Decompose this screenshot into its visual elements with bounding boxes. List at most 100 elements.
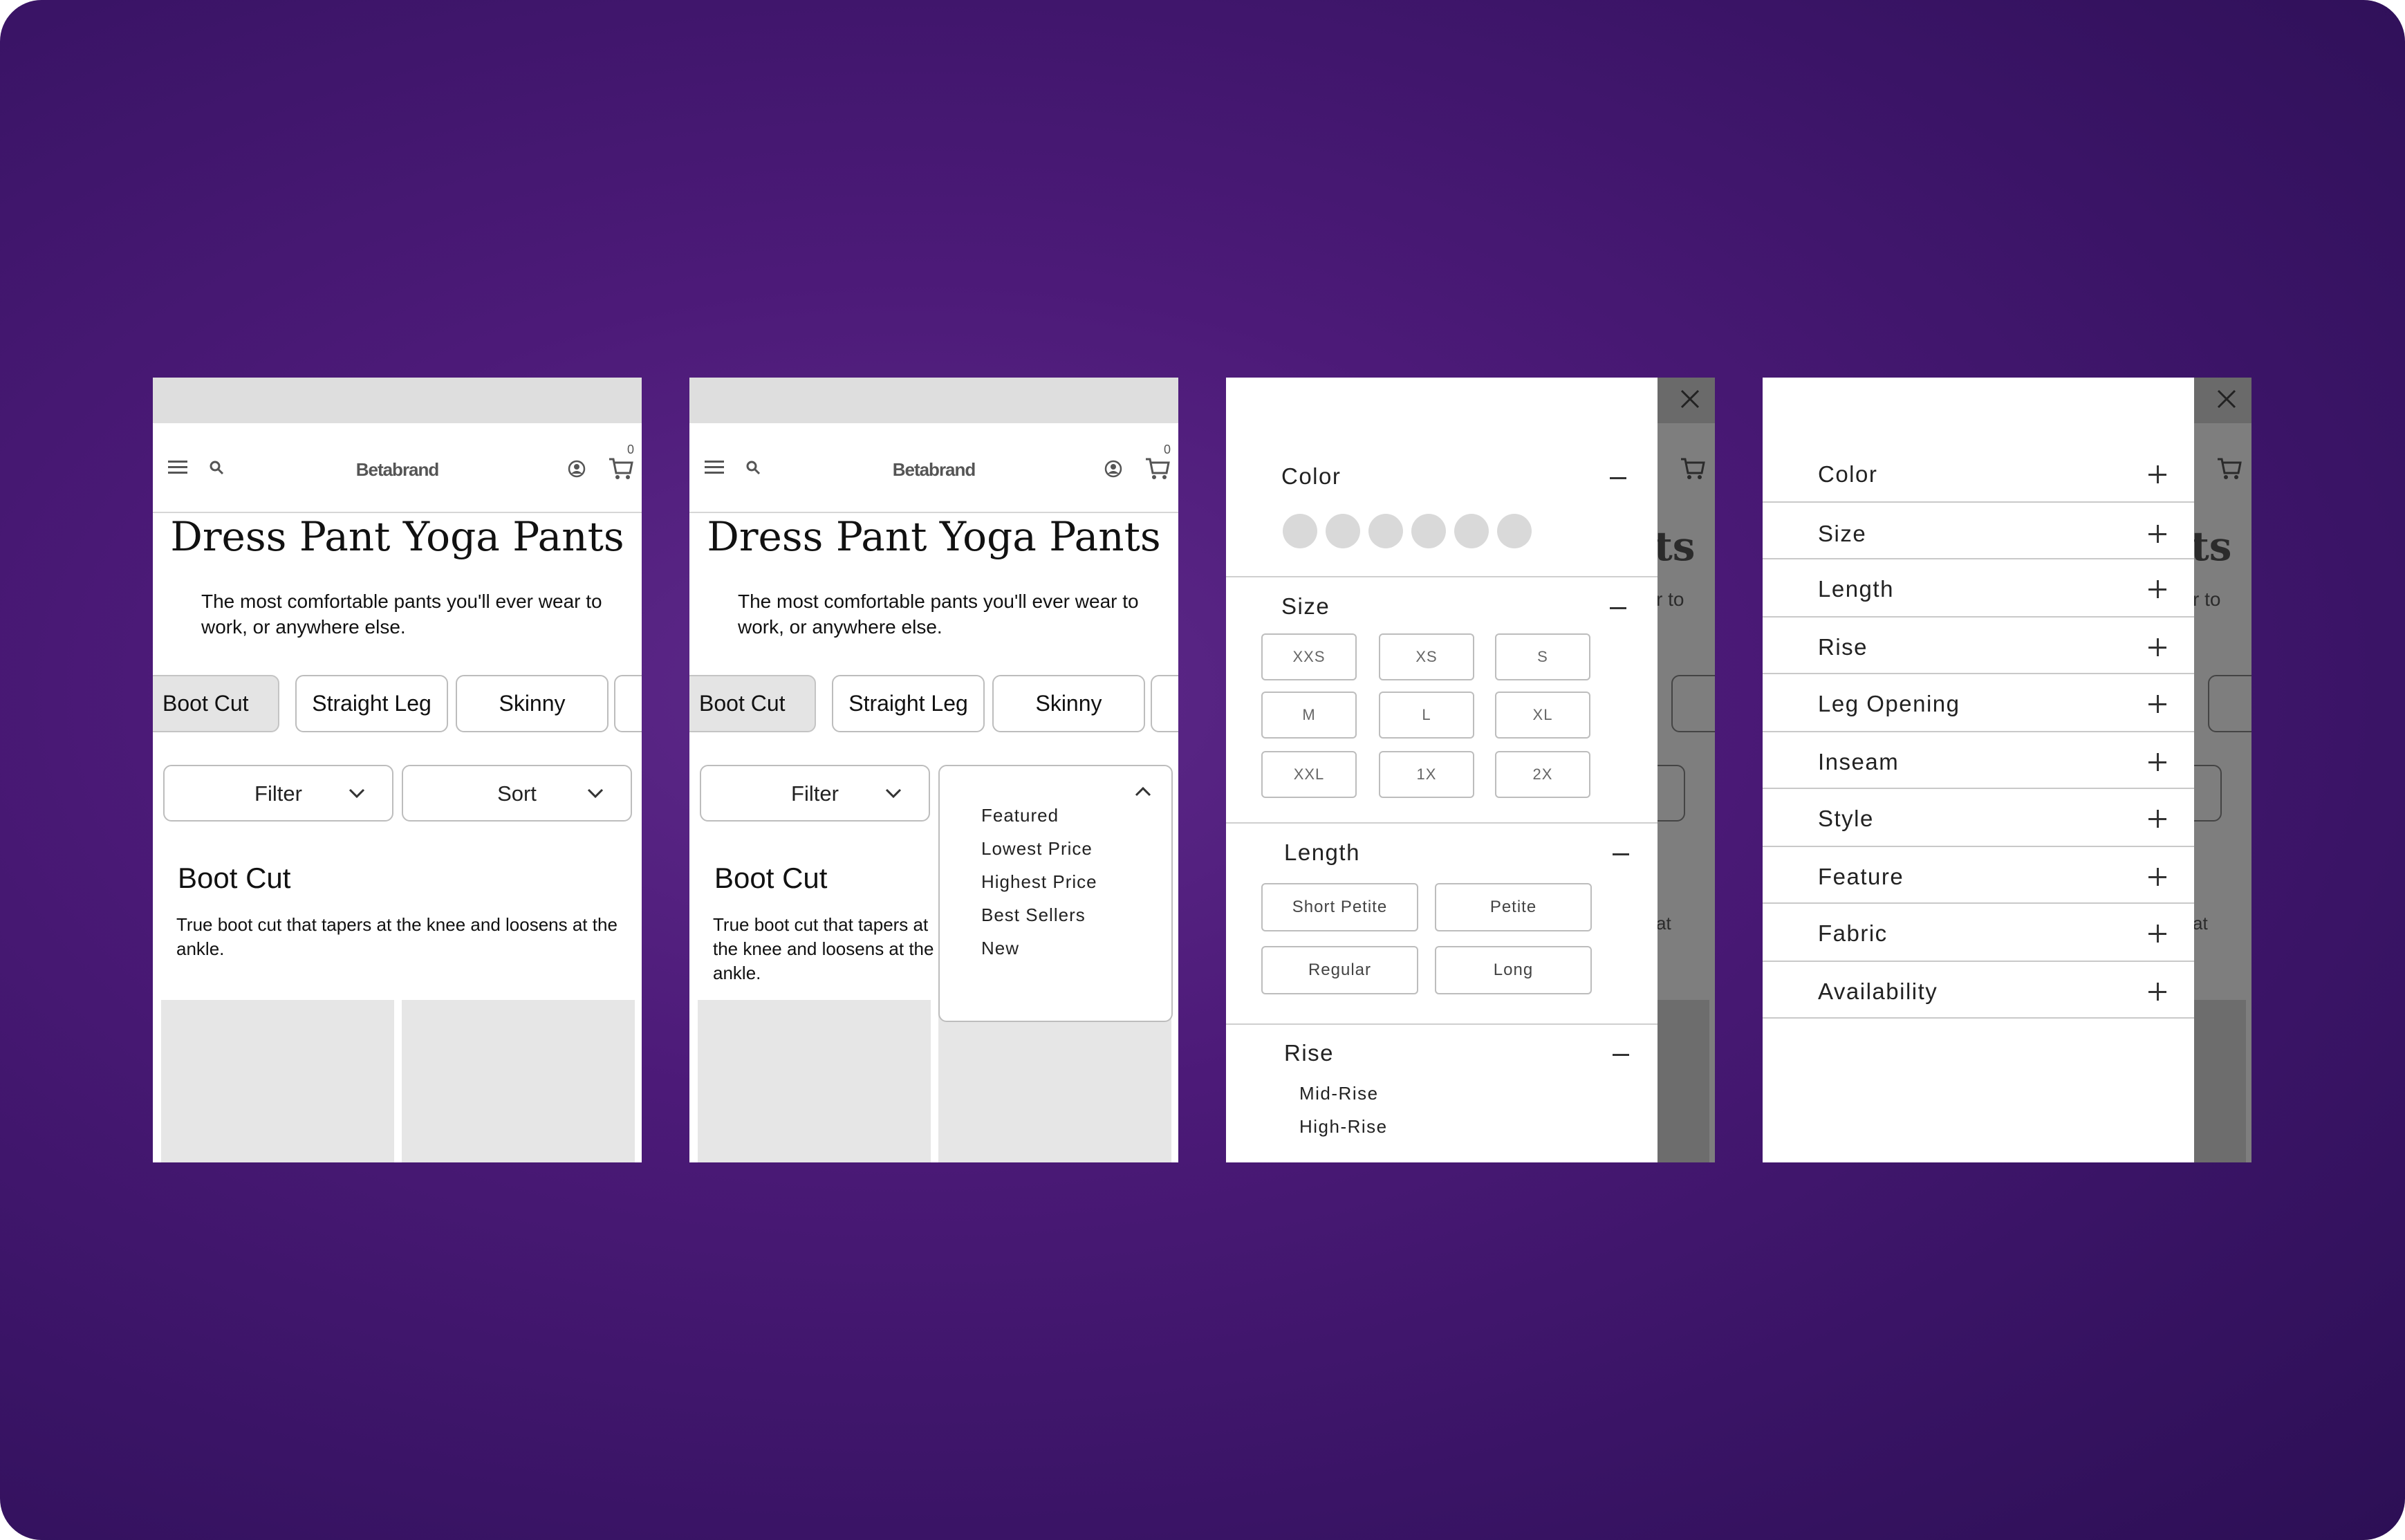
size-option-s[interactable]: S <box>1495 633 1590 680</box>
color-swatch[interactable] <box>1326 514 1360 548</box>
length-option-regular[interactable]: Regular <box>1261 946 1418 994</box>
size-option-xxl[interactable]: XXL <box>1261 751 1357 798</box>
ghost-dropdown <box>2194 765 2222 822</box>
size-option-2x[interactable]: 2X <box>1495 751 1590 798</box>
length-option-petite[interactable]: Petite <box>1435 883 1592 931</box>
ghost-chip <box>1671 675 1715 732</box>
chip-more[interactable] <box>614 675 642 732</box>
chevron-up-icon[interactable] <box>1134 783 1152 801</box>
filter-category-label: Style <box>1818 806 1874 831</box>
presentation-background: Betabrand 0 Dress Pant Yoga Pants The mo… <box>0 0 2405 1540</box>
filter-category-label: Rise <box>1818 634 1868 660</box>
filter-category-label: Leg Opening <box>1818 691 1960 716</box>
chip-straight-leg[interactable]: Straight Leg <box>832 675 985 732</box>
chip-boot-cut[interactable]: Boot Cut <box>689 675 816 732</box>
page-overlay[interactable]: ts r to at <box>1658 378 1715 1162</box>
chip-boot-cut[interactable]: Boot Cut <box>153 675 279 732</box>
cart-icon[interactable] <box>608 454 635 481</box>
length-option-short-petite[interactable]: Short Petite <box>1261 883 1418 931</box>
collapse-icon[interactable] <box>1610 477 1626 479</box>
cart-icon[interactable] <box>1144 454 1172 481</box>
filter-size-heading[interactable]: Size <box>1281 593 1330 620</box>
filter-length-heading[interactable]: Length <box>1284 839 1360 866</box>
filter-category-length[interactable]: Length <box>1763 561 2194 618</box>
color-swatch[interactable] <box>1283 514 1317 548</box>
size-option-1x[interactable]: 1X <box>1379 751 1474 798</box>
page-subtitle: The most comfortable pants you'll ever w… <box>201 591 602 638</box>
account-icon[interactable] <box>1104 459 1123 479</box>
filter-dropdown[interactable]: Filter <box>700 765 930 822</box>
sort-option-best-sellers[interactable]: Best Sellers <box>981 904 1086 926</box>
expand-icon <box>2148 983 2166 1001</box>
filter-category-style[interactable]: Style <box>1763 790 2194 847</box>
filter-category-label: Feature <box>1818 864 1904 889</box>
filter-category-label: Availability <box>1818 978 1938 1004</box>
product-image-placeholder[interactable] <box>402 1000 635 1162</box>
section-title: Boot Cut <box>178 862 291 894</box>
chip-skinny[interactable]: Skinny <box>456 675 609 732</box>
filter-category-inseam[interactable]: Inseam <box>1763 734 2194 789</box>
rise-option-high-rise[interactable]: High-Rise <box>1299 1116 1388 1138</box>
page-overlay[interactable]: ts r to at <box>2194 378 2251 1162</box>
account-icon[interactable] <box>567 459 586 479</box>
size-option-m[interactable]: M <box>1261 692 1357 739</box>
product-image-placeholder[interactable] <box>938 1000 1171 1162</box>
ghost-placeholder <box>2194 1000 2246 1162</box>
cart-count: 0 <box>1164 443 1171 456</box>
collapse-icon[interactable] <box>1610 607 1626 609</box>
cart-icon <box>2218 458 2242 479</box>
color-swatch[interactable] <box>1497 514 1532 548</box>
color-swatch[interactable] <box>1411 514 1446 548</box>
color-swatch[interactable] <box>1368 514 1403 548</box>
divider <box>1226 1023 1658 1025</box>
filter-category-rise[interactable]: Rise <box>1763 619 2194 674</box>
size-option-xl[interactable]: XL <box>1495 692 1590 739</box>
sort-dropdown[interactable]: Sort <box>402 765 632 822</box>
sort-option-new[interactable]: New <box>981 938 1019 959</box>
filter-category-availability[interactable]: Availability <box>1763 963 2194 1019</box>
filter-color-heading[interactable]: Color <box>1281 463 1341 490</box>
expand-icon <box>2148 465 2166 483</box>
chip-skinny[interactable]: Skinny <box>992 675 1145 732</box>
filter-category-fabric[interactable]: Fabric <box>1763 905 2194 962</box>
filter-category-color[interactable]: Color <box>1763 443 2194 503</box>
chevron-down-icon <box>885 788 902 799</box>
filter-dropdown[interactable]: Filter <box>163 765 393 822</box>
color-swatch[interactable] <box>1454 514 1489 548</box>
page-title: Dress Pant Yoga Pants <box>170 513 624 560</box>
ghost-title: ts <box>1658 523 1696 570</box>
filter-drawer: Color Size XXS XS S M L XL XXL 1X 2X Len… <box>1226 378 1700 1162</box>
size-option-xxs[interactable]: XXS <box>1261 633 1357 680</box>
sort-option-lowest-price[interactable]: Lowest Price <box>981 838 1093 860</box>
collapse-icon[interactable] <box>1613 853 1629 855</box>
ghost-placeholder <box>1658 1000 1709 1162</box>
filter-category-label: Inseam <box>1818 749 1900 774</box>
rise-option-mid-rise[interactable]: Mid-Rise <box>1299 1083 1379 1104</box>
collapse-icon[interactable] <box>1613 1054 1629 1056</box>
sort-menu: Featured Lowest Price Highest Price Best… <box>938 765 1173 1022</box>
sort-option-highest-price[interactable]: Highest Price <box>981 871 1097 893</box>
chip-more[interactable] <box>1151 675 1178 732</box>
filter-drawer: Color Size Length Rise Leg Opening Insea… <box>1763 378 2236 1162</box>
section-description: True boot cut that tapers at the knee an… <box>713 914 934 983</box>
chevron-down-icon <box>349 788 365 799</box>
filter-rise-heading[interactable]: Rise <box>1284 1040 1334 1066</box>
length-option-long[interactable]: Long <box>1435 946 1592 994</box>
ghost-subtitle: r to <box>1658 588 1684 610</box>
screen-filter-expanded: ts r to at Color Size XXS XS S M L XL XX… <box>1226 378 1715 1162</box>
filter-category-size[interactable]: Size <box>1763 504 2194 559</box>
filter-category-leg-opening[interactable]: Leg Opening <box>1763 676 2194 732</box>
close-icon[interactable] <box>1678 387 1702 411</box>
status-bar <box>689 378 1178 423</box>
sort-option-featured[interactable]: Featured <box>981 805 1059 826</box>
size-option-l[interactable]: L <box>1379 692 1474 739</box>
chevron-down-icon <box>587 788 604 799</box>
size-option-xs[interactable]: XS <box>1379 633 1474 680</box>
divider <box>1226 576 1658 577</box>
filter-category-feature[interactable]: Feature <box>1763 848 2194 904</box>
product-image-placeholder[interactable] <box>161 1000 394 1162</box>
product-image-placeholder[interactable] <box>698 1000 931 1162</box>
expand-icon <box>2148 695 2166 713</box>
chip-straight-leg[interactable]: Straight Leg <box>295 675 448 732</box>
close-icon[interactable] <box>2215 387 2238 411</box>
